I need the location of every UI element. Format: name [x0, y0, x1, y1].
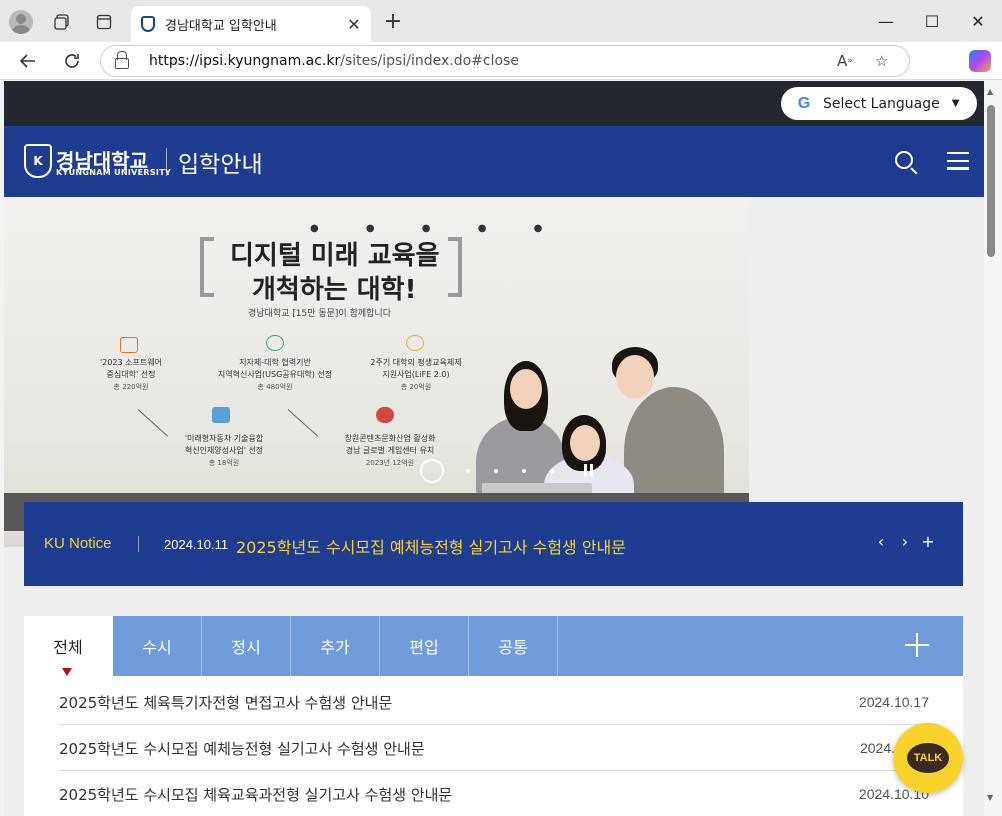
- caret-down-icon: ▼: [951, 98, 960, 109]
- slide-dot[interactable]: [494, 469, 498, 473]
- notice-list: 2025학년도 체육특기자전형 면접고사 수험생 안내문 2024.10.17 …: [24, 676, 963, 816]
- slide-dot[interactable]: [466, 469, 470, 473]
- refresh-icon[interactable]: [58, 47, 86, 75]
- workspaces-icon[interactable]: [48, 8, 76, 36]
- slide-indicator: [420, 459, 593, 483]
- banner-item-2: 지자체-대학 협력기반 지역혁신사업(USG공유대학) 선정 총 480억원: [217, 358, 333, 391]
- lock-icon[interactable]: [115, 51, 129, 69]
- list-item[interactable]: 2025학년도 체육특기자전형 면접고사 수험생 안내문 2024.10.17: [59, 680, 929, 725]
- list-item[interactable]: 2025학년도 수시모집 예체능전형 실기고사 수험생 안내문 2024.10.…: [59, 726, 929, 771]
- car-icon: [212, 407, 230, 423]
- list-item-title[interactable]: 2025학년도 수시모집 체육교육과전형 실기고사 수험생 안내문: [59, 784, 452, 805]
- banner-item-1: '2023 소프트웨어 중심대학' 선정 총 220억원: [100, 358, 162, 391]
- site-header: K 경남대학교 KYUNGNAM UNIVERSITY 입학안내: [4, 126, 984, 197]
- university-emblem-icon[interactable]: K: [24, 144, 52, 178]
- gamepad-icon: [376, 407, 394, 423]
- banner-item-3: 2주기 대학의 평생교육체제 지원사업(LiFE 2.0) 총 20억원: [370, 358, 462, 391]
- list-item-title[interactable]: 2025학년도 체육특기자전형 면접고사 수험생 안내문: [59, 692, 392, 713]
- banner-subline: 경남대학교 [15만 동문]이 함께합니다: [248, 309, 391, 319]
- board-more-plus-icon[interactable]: [905, 633, 929, 657]
- scroll-up-icon[interactable]: ▲: [987, 87, 993, 96]
- read-aloud-icon[interactable]: A»: [837, 46, 853, 76]
- address-toolbar: https://ipsi.kyungnam.ac.kr /sites/ipsi/…: [0, 42, 1002, 111]
- scrollbar-thumb[interactable]: [987, 105, 995, 257]
- favorite-star-icon[interactable]: ☆: [875, 46, 888, 76]
- notice-prev-icon[interactable]: ‹: [872, 532, 890, 551]
- tab-all[interactable]: 전체: [24, 616, 113, 676]
- bracket-left: [200, 237, 214, 297]
- tab-regular-admission[interactable]: 정시: [202, 616, 291, 676]
- list-item[interactable]: 2025학년도 수시모집 체육교육과전형 실기고사 수험생 안내문 2024.1…: [59, 772, 929, 816]
- new-tab-button[interactable]: +: [380, 8, 406, 34]
- slide-ring-icon[interactable]: [420, 459, 444, 483]
- talk-label: TALK: [907, 743, 949, 773]
- maximize-button[interactable]: ☐: [912, 6, 952, 36]
- url-path: /sites/ipsi/index.do#close: [340, 53, 519, 69]
- kakao-talk-button[interactable]: TALK: [893, 723, 963, 793]
- tab-transfer[interactable]: 편입: [380, 616, 469, 676]
- copilot-icon[interactable]: [969, 50, 991, 72]
- tab-common[interactable]: 공통: [469, 616, 558, 676]
- browser-tab-active[interactable]: 경남대학교 입학안내 ✕: [131, 6, 371, 42]
- profile-avatar-icon[interactable]: [9, 10, 33, 34]
- slide-dot[interactable]: [550, 469, 554, 473]
- notice-more-icon[interactable]: +: [919, 532, 937, 551]
- board-tabs: 전체 수시 정시 추가 편입 공통: [24, 616, 963, 676]
- bracket-right: [448, 237, 462, 297]
- pause-icon[interactable]: [584, 464, 593, 477]
- banner-headline-1: 디지털 미래 교육을: [230, 241, 440, 271]
- banner-headline-2: 개척하는 대학!: [252, 275, 417, 305]
- url-field[interactable]: https://ipsi.kyungnam.ac.kr /sites/ipsi/…: [100, 45, 910, 77]
- list-item-title[interactable]: 2025학년도 수시모집 예체능전형 실기고사 수험생 안내문: [59, 738, 425, 759]
- lightbulb-icon: [406, 335, 424, 351]
- language-selector[interactable]: G Select Language ▼: [781, 87, 977, 120]
- close-window-button[interactable]: ✕: [958, 6, 998, 36]
- notice-divider: [138, 536, 139, 552]
- minimize-button[interactable]: —: [866, 6, 906, 36]
- banner-item-4: '미래형자동차 기술융합 혁신인재양성사업' 선정 총 18억원: [184, 434, 264, 467]
- logo-english[interactable]: KYUNGNAM UNIVERSITY: [56, 168, 171, 177]
- web-page: G Select Language ▼ K 경남대학교 KYUNGNAM UNI…: [4, 81, 984, 816]
- notice-label: KU Notice: [44, 535, 112, 552]
- scroll-down-icon[interactable]: ▼: [987, 793, 993, 802]
- ku-notice-bar: KU Notice 2024.10.11 2025학년도 수시모집 예체능전형 …: [24, 502, 963, 586]
- notice-title-link[interactable]: 2025학년도 수시모집 예체능전형 실기고사 수험생 안내문: [236, 534, 626, 558]
- vertical-tabs-icon[interactable]: [90, 8, 118, 36]
- site-favicon-icon: [141, 16, 155, 32]
- software-icon: [120, 337, 138, 353]
- back-arrow-icon[interactable]: [14, 47, 42, 75]
- page-scrollbar[interactable]: ▲ ▼: [984, 81, 1002, 816]
- browser-tab-bar: 경남대학교 입학안내 ✕ + — ☐ ✕: [0, 0, 1002, 42]
- tab-early-admission[interactable]: 수시: [113, 616, 202, 676]
- tab-title: 경남대학교 입학안내: [165, 18, 277, 34]
- notice-next-icon[interactable]: ›: [896, 532, 914, 551]
- connector-line-right: [287, 409, 319, 437]
- list-item-date: 2024.10.17: [858, 694, 929, 710]
- slide-dot[interactable]: [522, 469, 526, 473]
- logo-divider: [166, 148, 167, 176]
- close-tab-icon[interactable]: ✕: [341, 11, 367, 37]
- google-icon: G: [797, 94, 811, 112]
- search-icon[interactable]: [895, 151, 913, 169]
- atom-icon: [266, 335, 284, 351]
- language-label: Select Language: [823, 95, 940, 112]
- tab-additional[interactable]: 추가: [291, 616, 380, 676]
- top-utility-strip: G Select Language ▼: [4, 81, 984, 126]
- hamburger-menu-icon[interactable]: [947, 152, 969, 170]
- headline-dots: ● ● ● ● ●: [310, 223, 565, 234]
- notice-date: 2024.10.11: [164, 537, 229, 552]
- url-host: https://ipsi.kyungnam.ac.kr: [149, 53, 341, 69]
- site-title[interactable]: 입학안내: [178, 145, 263, 179]
